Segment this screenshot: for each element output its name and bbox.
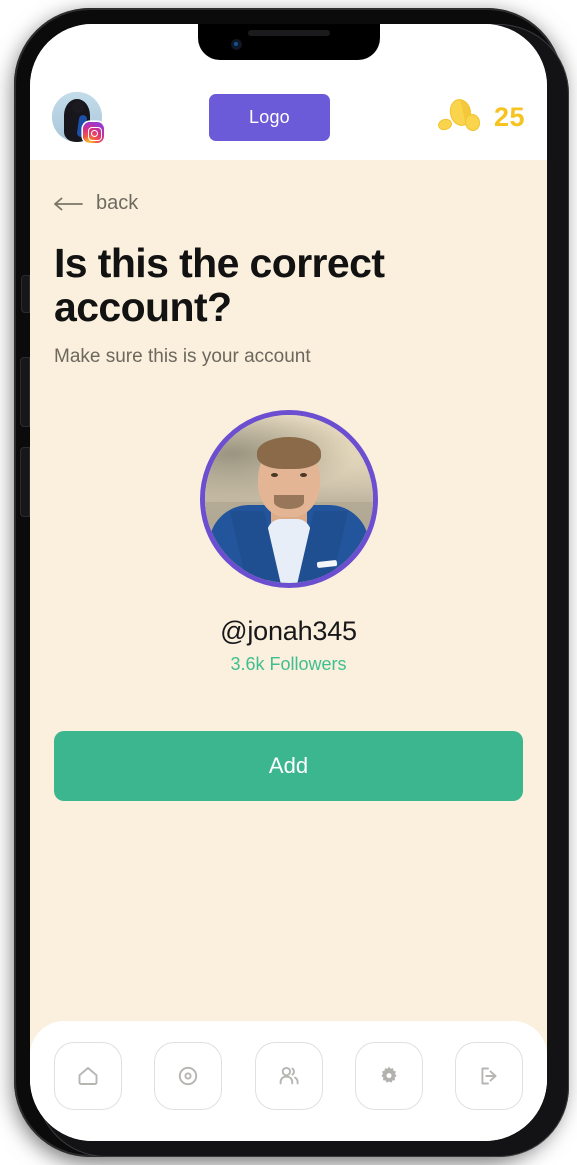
- page-subtitle: Make sure this is your account: [54, 345, 311, 367]
- nav-home-button[interactable]: [54, 1042, 122, 1110]
- gear-icon: [381, 1066, 397, 1083]
- logo-button[interactable]: Logo: [209, 93, 330, 141]
- screenshot-root: Logo 25 back Is this the correct account…: [0, 0, 577, 1165]
- nav-people-button[interactable]: [254, 1042, 323, 1110]
- volume-up-button[interactable]: [21, 358, 29, 426]
- photo-hair: [256, 436, 321, 469]
- coin-balance[interactable]: 25: [436, 97, 525, 137]
- front-camera-icon: [231, 40, 241, 49]
- profile-block: @jonah345 3.6k Followers: [54, 409, 523, 675]
- coin-medium-icon: [463, 112, 482, 133]
- page-content: back Is this the correct account? Make s…: [30, 160, 547, 1141]
- profile-handle: @jonah345: [220, 615, 357, 646]
- people-icon: [279, 1066, 299, 1085]
- avatar[interactable]: [52, 92, 104, 143]
- profile-photo[interactable]: [199, 409, 378, 588]
- page-title: Is this the correct account?: [54, 240, 385, 331]
- coins-icon: [436, 97, 485, 137]
- back-label: back: [96, 192, 139, 214]
- coin-small-icon: [436, 117, 454, 132]
- nav-settings-button[interactable]: [354, 1042, 423, 1110]
- mute-switch[interactable]: [22, 276, 29, 312]
- back-button[interactable]: back: [54, 192, 138, 215]
- home-icon: [78, 1067, 98, 1085]
- bottom-navigation: [30, 1021, 547, 1141]
- photo-beard: [273, 494, 304, 509]
- photo-eye-right: [299, 472, 307, 477]
- photo-eye-left: [270, 472, 278, 477]
- add-button[interactable]: Add: [54, 730, 523, 801]
- coin-count-label: 25: [493, 101, 525, 132]
- logout-icon: [481, 1067, 497, 1085]
- header-row: Logo 25: [52, 92, 525, 143]
- nav-logout-button[interactable]: [455, 1042, 523, 1110]
- phone-screen: Logo 25 back Is this the correct account…: [30, 24, 547, 1141]
- nav-record-button[interactable]: [154, 1042, 223, 1110]
- notch: [197, 24, 380, 60]
- volume-down-button[interactable]: [21, 448, 29, 516]
- profile-photo-image: [204, 414, 373, 583]
- profile-followers: 3.6k Followers: [230, 653, 347, 674]
- record-icon: [179, 1066, 198, 1086]
- instagram-badge-icon: [83, 122, 104, 143]
- arrow-left-icon: [54, 197, 83, 210]
- avatar-head: [72, 101, 84, 113]
- earpiece-speaker: [247, 30, 330, 36]
